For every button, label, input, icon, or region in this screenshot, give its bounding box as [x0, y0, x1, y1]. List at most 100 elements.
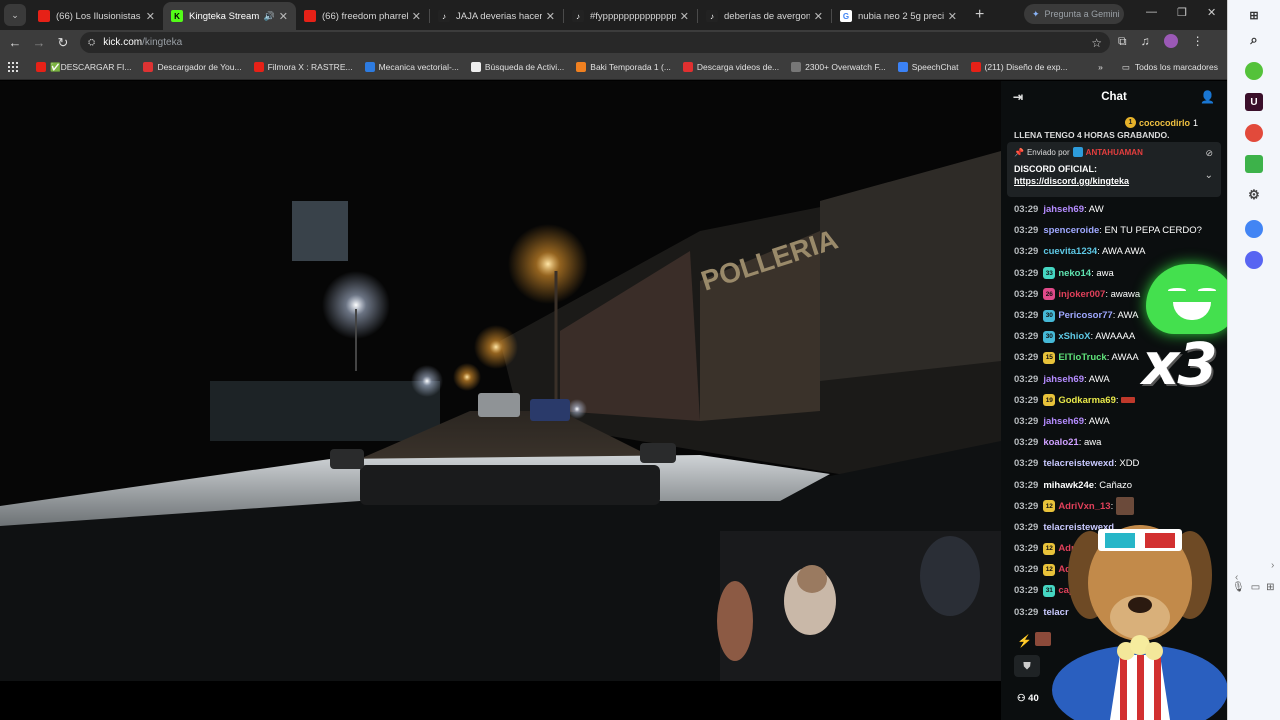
more-bookmarks-icon[interactable]: » [1098, 62, 1103, 72]
bookmark-item[interactable]: ✅DESCARGAR FI... [36, 62, 131, 73]
tab-favicon-icon: ♪ [572, 10, 584, 22]
tab-6[interactable]: Gnubia neo 2 5g precio - ✕ [832, 2, 965, 30]
new-tab-button[interactable]: + [975, 6, 984, 24]
bookmark-item[interactable]: Filmora X : RASTRE... [253, 62, 353, 72]
mic-icon[interactable]: 🎙 [1232, 582, 1245, 593]
bookmark-favicon-icon [143, 62, 154, 72]
tab-5[interactable]: ♪ deberías de avergonzart ✕ [698, 2, 831, 30]
tab-audio-icon[interactable]: 🔊 [264, 11, 275, 22]
settings-gear-icon[interactable]: ⚙ [1245, 186, 1263, 204]
message-username[interactable]: jahseh69 [1043, 374, 1084, 385]
lightning-icon[interactable]: ⚡ [1017, 634, 1032, 648]
message-username[interactable]: jahseh69 [1043, 416, 1084, 427]
message-username[interactable]: Pericosor77 [1058, 310, 1112, 321]
minimize-icon[interactable]: — [1146, 6, 1157, 18]
chat-settings-button[interactable]: ⛊ [1014, 655, 1040, 677]
forward-icon[interactable]: → [27, 35, 51, 50]
chat-message[interactable]: 03:29 jahseh69: AWA [1014, 411, 1224, 432]
discord-link[interactable]: https://discord.gg/kingteka [1014, 176, 1214, 186]
all-bookmarks-link[interactable]: Todos los marcadores [1135, 62, 1218, 72]
bookmark-item[interactable]: SpeechChat [897, 62, 959, 72]
collapse-chat-icon[interactable]: ⇥ [1013, 90, 1023, 104]
chevron-down-icon[interactable]: ⌄ [1205, 170, 1213, 181]
close-tab-icon[interactable]: ✕ [814, 10, 823, 23]
close-tab-icon[interactable]: ✕ [412, 10, 421, 23]
gemini-button[interactable]: ✦ Pregunta a Gemini [1024, 4, 1124, 24]
extensions-icon[interactable]: ⧉ [1118, 34, 1127, 49]
tab-title: JAJA deverias hacer pelí [456, 10, 542, 22]
chat-message[interactable]: 03:29 koalo21: awa [1014, 432, 1224, 453]
message-time: 03:29 [1014, 352, 1039, 364]
bookmark-item[interactable]: Búsqueda de Activi... [470, 62, 564, 72]
close-tab-icon[interactable]: ✕ [279, 10, 288, 23]
message-username[interactable]: mihawk24e [1043, 480, 1094, 491]
message-username[interactable]: telacreistewexd [1043, 458, 1114, 469]
message-username[interactable]: ElTioTruck [1058, 352, 1106, 363]
apps-icon[interactable] [8, 62, 18, 72]
tab-0[interactable]: (66) Los Ilusionistas 2 pe ✕ [30, 2, 163, 30]
bookmark-item[interactable]: 2300+ Overwatch F... [791, 62, 886, 72]
close-tab-icon[interactable]: ✕ [546, 10, 555, 23]
screen-icon[interactable]: ▭ [1251, 582, 1260, 593]
reload-icon[interactable]: ↻ [51, 35, 75, 51]
chat-users-icon[interactable]: 👤 [1200, 90, 1215, 104]
bookmark-item[interactable]: Mecanica vectorial-... [364, 62, 459, 72]
address-bar[interactable]: ⛭ kick.com/kingteka ☆ [80, 32, 1110, 53]
back-icon[interactable]: ← [3, 35, 27, 50]
message-username[interactable]: spenceroide [1043, 225, 1099, 236]
menu-icon[interactable]: ⋮ [1192, 34, 1204, 49]
profile-avatar-icon[interactable] [1163, 34, 1178, 48]
windows-icon[interactable]: ⊞ [1245, 6, 1263, 24]
tab-2[interactable]: (66) freedom pharrell wi ✕ [296, 2, 429, 30]
bookmark-item[interactable]: Baki Temporada 1 (... [576, 62, 671, 72]
bookmark-label: Descarga videos de... [696, 62, 780, 72]
tab-3[interactable]: ♪ JAJA deverias hacer pelí ✕ [430, 2, 563, 30]
message-username[interactable]: neko14 [1058, 268, 1091, 279]
media-controls-icon[interactable]: ♫ [1141, 34, 1150, 49]
address-path: /kingteka [142, 37, 183, 48]
chat-message[interactable]: 03:29 telacreistewexd: XDD [1014, 453, 1224, 474]
tab-4[interactable]: ♪ #fyppppppppppppppp ✕ [564, 2, 697, 30]
pinned-user[interactable]: ANTAHUAMAN [1086, 148, 1143, 157]
chat-message[interactable]: 03:29 cuevita1234: AWA AWA [1014, 241, 1224, 262]
unpin-icon[interactable]: ⊘ [1205, 148, 1213, 159]
chevron-right-icon[interactable]: › [1271, 560, 1274, 571]
message-username[interactable]: cuevita1234 [1043, 246, 1097, 257]
tab-search-chevron-icon[interactable]: ⌄ [4, 4, 26, 26]
chrome-profile-icon[interactable] [1245, 220, 1263, 238]
bookmark-item[interactable]: (211) Diseño de exp... [970, 62, 1068, 72]
address-host: kick.com [103, 37, 143, 48]
tab-1[interactable]: K Kingteka Stream - W🔊 ✕ [163, 2, 296, 30]
chat-message[interactable]: 03:29 spenceroide: EN TU PEPA CERDO? [1014, 220, 1224, 241]
message-username[interactable]: injoker007 [1058, 289, 1105, 300]
close-tab-icon[interactable]: ✕ [680, 10, 689, 23]
chat-message[interactable]: 03:29 mihawk24e: Cañazo [1014, 474, 1224, 495]
close-tab-icon[interactable]: ✕ [948, 10, 957, 23]
video-player[interactable]: POLLERIA [0, 81, 1001, 681]
message-time: 03:29 [1014, 288, 1039, 300]
bookmark-item[interactable]: Descarga videos de... [682, 62, 780, 72]
chat-header: ⇥ Chat 👤 [1001, 81, 1227, 113]
app-icon-stack[interactable] [1245, 155, 1263, 173]
search-icon[interactable]: ⌕ [1245, 31, 1263, 49]
restore-icon[interactable]: ❐ [1177, 6, 1187, 19]
close-window-icon[interactable]: ✕ [1207, 6, 1216, 19]
message-username[interactable]: Godkarma69 [1058, 395, 1116, 406]
top-gifter[interactable]: 1 cococodirlo 1 [1125, 117, 1198, 128]
grid-icon[interactable]: ⊞ [1266, 582, 1274, 593]
subscriber-badge-icon: 19 [1043, 394, 1056, 407]
message-username[interactable]: koalo21 [1043, 437, 1078, 448]
pinned-message[interactable]: 📌 Enviado por ANTAHUAMAN DISCORD OFICIAL… [1007, 142, 1221, 197]
message-username[interactable]: xShioX [1058, 331, 1090, 342]
discord-icon[interactable] [1245, 251, 1263, 269]
chat-message[interactable]: 03:29 jahseh69: AW [1014, 199, 1224, 220]
message-username[interactable]: jahseh69 [1043, 204, 1084, 215]
app-icon-u[interactable]: U [1245, 93, 1263, 111]
message-time: 03:29 [1014, 479, 1039, 491]
site-info-icon[interactable]: ⛭ [88, 37, 95, 48]
app-icon-green[interactable] [1245, 62, 1263, 80]
bookmark-item[interactable]: Descargador de You... [143, 62, 242, 72]
close-tab-icon[interactable]: ✕ [146, 10, 155, 23]
chrome-icon[interactable] [1245, 124, 1263, 142]
bookmark-star-icon[interactable]: ☆ [1091, 36, 1102, 50]
